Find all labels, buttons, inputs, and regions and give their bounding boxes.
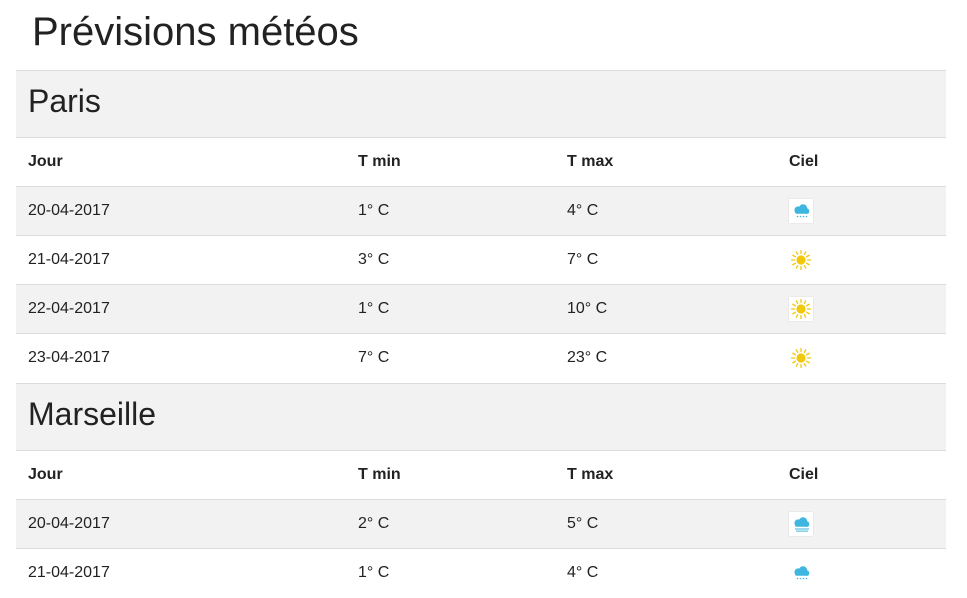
table-header-row: Jour T min T max Ciel xyxy=(16,137,946,187)
rain-cloud-icon xyxy=(789,199,813,223)
cell-tmax: 7° C xyxy=(555,235,777,285)
sun-icon xyxy=(789,248,813,272)
column-header-tmin: T min xyxy=(346,450,555,500)
cell-tmax: 4° C xyxy=(555,186,777,236)
sun-icon xyxy=(789,297,813,321)
cell-tmin: 3° C xyxy=(346,235,555,285)
city-header: Marseille xyxy=(16,383,946,450)
forecast-paris: Paris Jour T min T max Ciel 20-04-2017 1… xyxy=(16,70,946,383)
cell-date: 21-04-2017 xyxy=(16,548,346,598)
cell-tmax: 4° C xyxy=(555,548,777,598)
table-row: 20-04-2017 1° C 4° C xyxy=(16,186,946,236)
table-row: 23-04-2017 7° C 23° C xyxy=(16,333,946,383)
table-row: 21-04-2017 1° C 4° C xyxy=(16,548,946,598)
table-row: 21-04-2017 3° C 7° C xyxy=(16,235,946,285)
cell-tmin: 2° C xyxy=(346,499,555,549)
cell-tmin: 1° C xyxy=(346,548,555,598)
cell-date: 20-04-2017 xyxy=(16,499,346,549)
column-header-sky: Ciel xyxy=(777,450,946,500)
forecast-table: Jour T min T max Ciel 20-04-2017 2° C 5°… xyxy=(16,450,946,598)
cell-sky xyxy=(777,284,946,334)
city-name: Paris xyxy=(28,83,101,119)
column-header-sky: Ciel xyxy=(777,137,946,187)
table-row: 20-04-2017 2° C 5° C xyxy=(16,499,946,549)
cell-sky xyxy=(777,186,946,236)
cell-tmax: 23° C xyxy=(555,333,777,383)
cell-date: 22-04-2017 xyxy=(16,284,346,334)
cell-date: 20-04-2017 xyxy=(16,186,346,236)
forecast-table: Jour T min T max Ciel 20-04-2017 1° C 4°… xyxy=(16,137,946,383)
cell-tmin: 1° C xyxy=(346,186,555,236)
cell-date: 23-04-2017 xyxy=(16,333,346,383)
rain-cloud-icon xyxy=(789,561,813,585)
cell-sky xyxy=(777,499,946,549)
cell-sky xyxy=(777,235,946,285)
cell-tmax: 10° C xyxy=(555,284,777,334)
column-header-tmax: T max xyxy=(555,450,777,500)
cell-sky xyxy=(777,548,946,598)
cell-tmin: 1° C xyxy=(346,284,555,334)
page-title: Prévisions météos xyxy=(32,10,359,54)
column-header-day: Jour xyxy=(16,450,346,500)
cell-date: 21-04-2017 xyxy=(16,235,346,285)
fog-cloud-icon xyxy=(789,512,813,536)
city-name: Marseille xyxy=(28,396,157,432)
sun-icon xyxy=(789,346,813,370)
table-row: 22-04-2017 1° C 10° C xyxy=(16,284,946,334)
table-header-row: Jour T min T max Ciel xyxy=(16,450,946,500)
column-header-tmax: T max xyxy=(555,137,777,187)
cell-tmax: 5° C xyxy=(555,499,777,549)
cell-sky xyxy=(777,333,946,383)
forecast-marseille: Marseille Jour T min T max Ciel 20-04-20… xyxy=(16,383,946,598)
cell-tmin: 7° C xyxy=(346,333,555,383)
column-header-tmin: T min xyxy=(346,137,555,187)
column-header-day: Jour xyxy=(16,137,346,187)
city-header: Paris xyxy=(16,70,946,137)
